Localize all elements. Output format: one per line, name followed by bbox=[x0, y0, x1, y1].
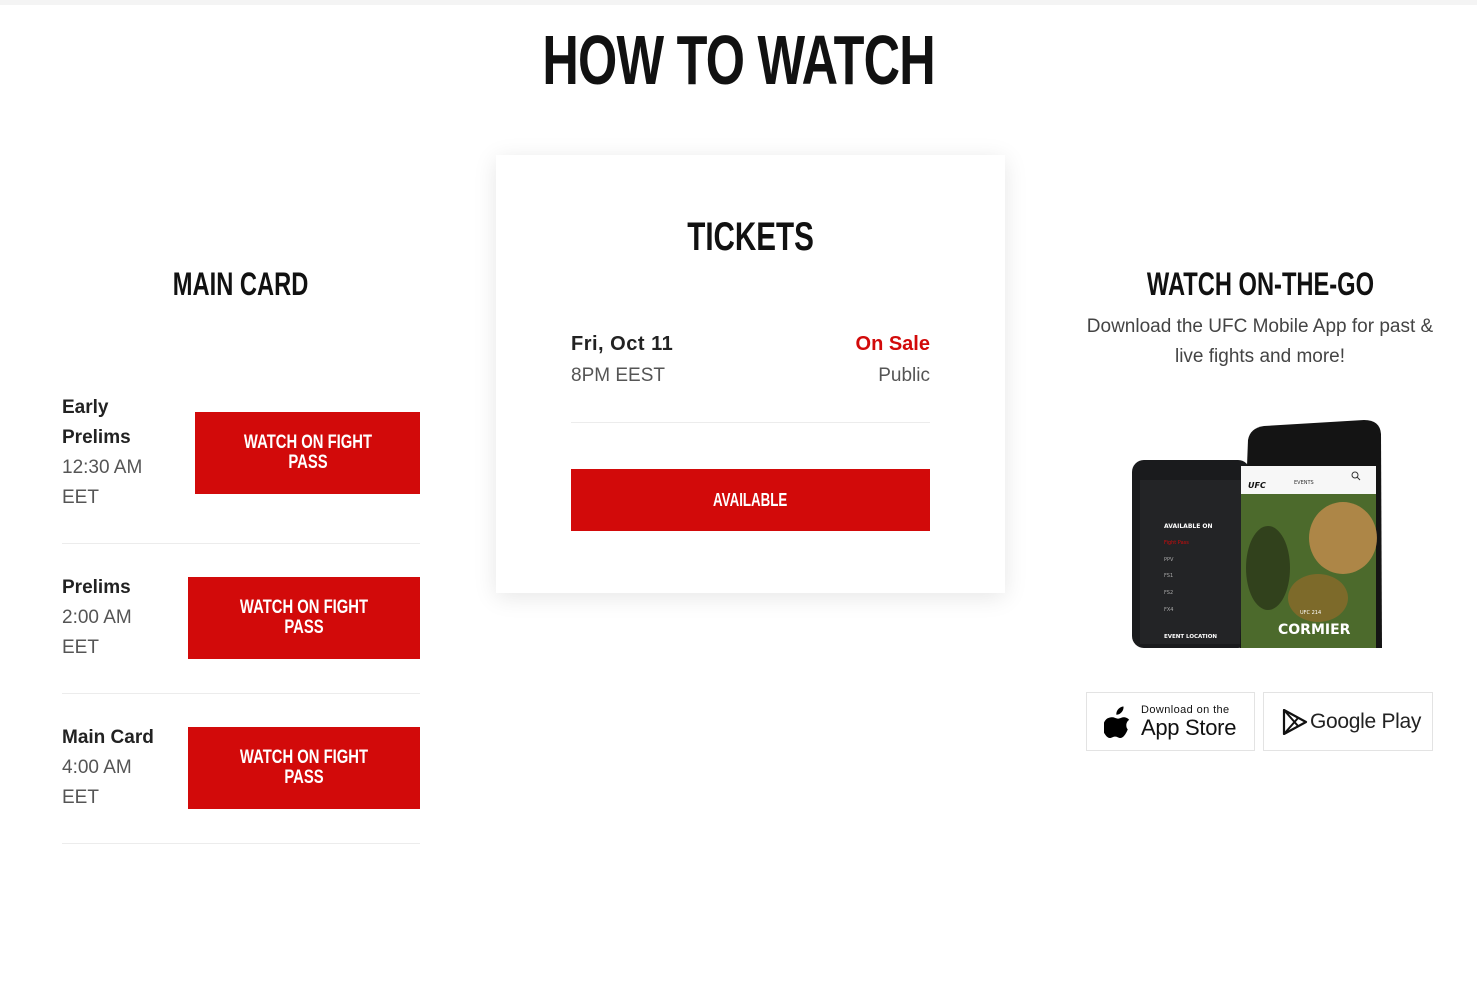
app-store-small-text: Download on the bbox=[1141, 703, 1230, 716]
watch-on-fight-pass-button[interactable]: WATCH ON FIGHT PASS bbox=[188, 727, 420, 809]
google-play-badge[interactable]: Google Play bbox=[1263, 692, 1433, 751]
bout-time: 12:30 AM bbox=[62, 457, 143, 478]
app-description-line: live fights and more! bbox=[1174, 346, 1346, 367]
bout-timezone: EET bbox=[62, 787, 99, 808]
watch-on-fight-pass-button[interactable]: WATCH ON FIGHT PASS bbox=[188, 577, 420, 659]
menu-item: FX4 bbox=[1164, 607, 1173, 613]
google-play-label: Google Play bbox=[1310, 709, 1422, 733]
main-card-heading: MAIN CARD bbox=[173, 266, 309, 302]
poster-fighter-silhouette bbox=[1309, 502, 1377, 574]
menu-item: FS2 bbox=[1164, 590, 1173, 596]
app-store-text: Download on the App Store bbox=[1141, 704, 1236, 740]
bout-info: Early Prelims 12:30 AM EET bbox=[62, 393, 142, 513]
tickets-heading: TICKETS bbox=[687, 215, 814, 259]
ufc-logo: UFC bbox=[1248, 481, 1266, 490]
bout-name-line2: Prelims bbox=[62, 427, 131, 448]
google-play-icon bbox=[1282, 708, 1308, 735]
menu-footer: EVENT LOCATION bbox=[1164, 634, 1217, 640]
ticket-status: On Sale bbox=[855, 333, 930, 355]
bout-name: Prelims bbox=[62, 577, 131, 598]
page-title: HOW TO WATCH bbox=[542, 21, 935, 99]
ticket-divider bbox=[571, 422, 930, 423]
poster-name: CORMIER bbox=[1278, 622, 1351, 638]
bout-timezone: EET bbox=[62, 487, 99, 508]
bout-row-prelims: Prelims 2:00 AM EET WATCH ON FIGHT PASS bbox=[62, 573, 420, 694]
watch-on-the-go-heading: WATCH ON-THE-GO bbox=[1146, 266, 1374, 302]
menu-item: PPV bbox=[1164, 557, 1174, 563]
bout-time: 2:00 AM bbox=[62, 607, 132, 628]
bout-name: Main Card bbox=[62, 727, 154, 748]
bout-row-early-prelims: Early Prelims 12:30 AM EET WATCH ON FIGH… bbox=[62, 393, 420, 544]
events-menu: EVENTS bbox=[1294, 480, 1314, 486]
tickets-available-button[interactable]: AVAILABLE bbox=[571, 469, 930, 531]
menu-item: Fight Pass bbox=[1164, 540, 1189, 546]
app-store-badge[interactable]: Download on the App Store bbox=[1086, 692, 1255, 751]
watch-on-fight-pass-button[interactable]: WATCH ON FIGHT PASS bbox=[195, 412, 420, 494]
bout-name: Early bbox=[62, 397, 109, 418]
bout-timezone: EET bbox=[62, 637, 99, 658]
how-to-watch-page: HOW TO WATCH MAIN CARD Early Prelims 12:… bbox=[0, 0, 1477, 1000]
bout-time: 4:00 AM bbox=[62, 757, 132, 778]
poster-fighter-silhouette bbox=[1246, 526, 1290, 610]
apple-icon bbox=[1104, 706, 1130, 738]
ticket-time: 8PM EEST bbox=[571, 365, 665, 386]
ticket-date: Fri, Oct 11 bbox=[571, 333, 674, 355]
top-divider bbox=[0, 0, 1477, 5]
tickets-card: TICKETS Fri, Oct 11 8PM EEST On Sale Pub… bbox=[496, 155, 1005, 593]
bout-info: Prelims 2:00 AM EET bbox=[62, 573, 132, 663]
ticket-type: Public bbox=[878, 365, 930, 386]
bout-info: Main Card 4:00 AM EET bbox=[62, 723, 154, 813]
app-description-line: Download the UFC Mobile App for past & bbox=[1086, 316, 1434, 337]
mobile-app-phones-image: AVAILABLE ON Fight Pass PPV FS1 FS2 FX4 … bbox=[1132, 420, 1382, 648]
app-description: Download the UFC Mobile App for past & l… bbox=[1080, 312, 1440, 372]
bout-row-main-card: Main Card 4:00 AM EET WATCH ON FIGHT PAS… bbox=[62, 723, 420, 844]
menu-item: FS1 bbox=[1164, 573, 1173, 579]
menu-heading: AVAILABLE ON bbox=[1164, 523, 1213, 530]
poster-event: UFC 214 bbox=[1300, 610, 1321, 616]
back-phone-screen bbox=[1140, 480, 1242, 644]
app-store-big-text: App Store bbox=[1141, 714, 1237, 740]
